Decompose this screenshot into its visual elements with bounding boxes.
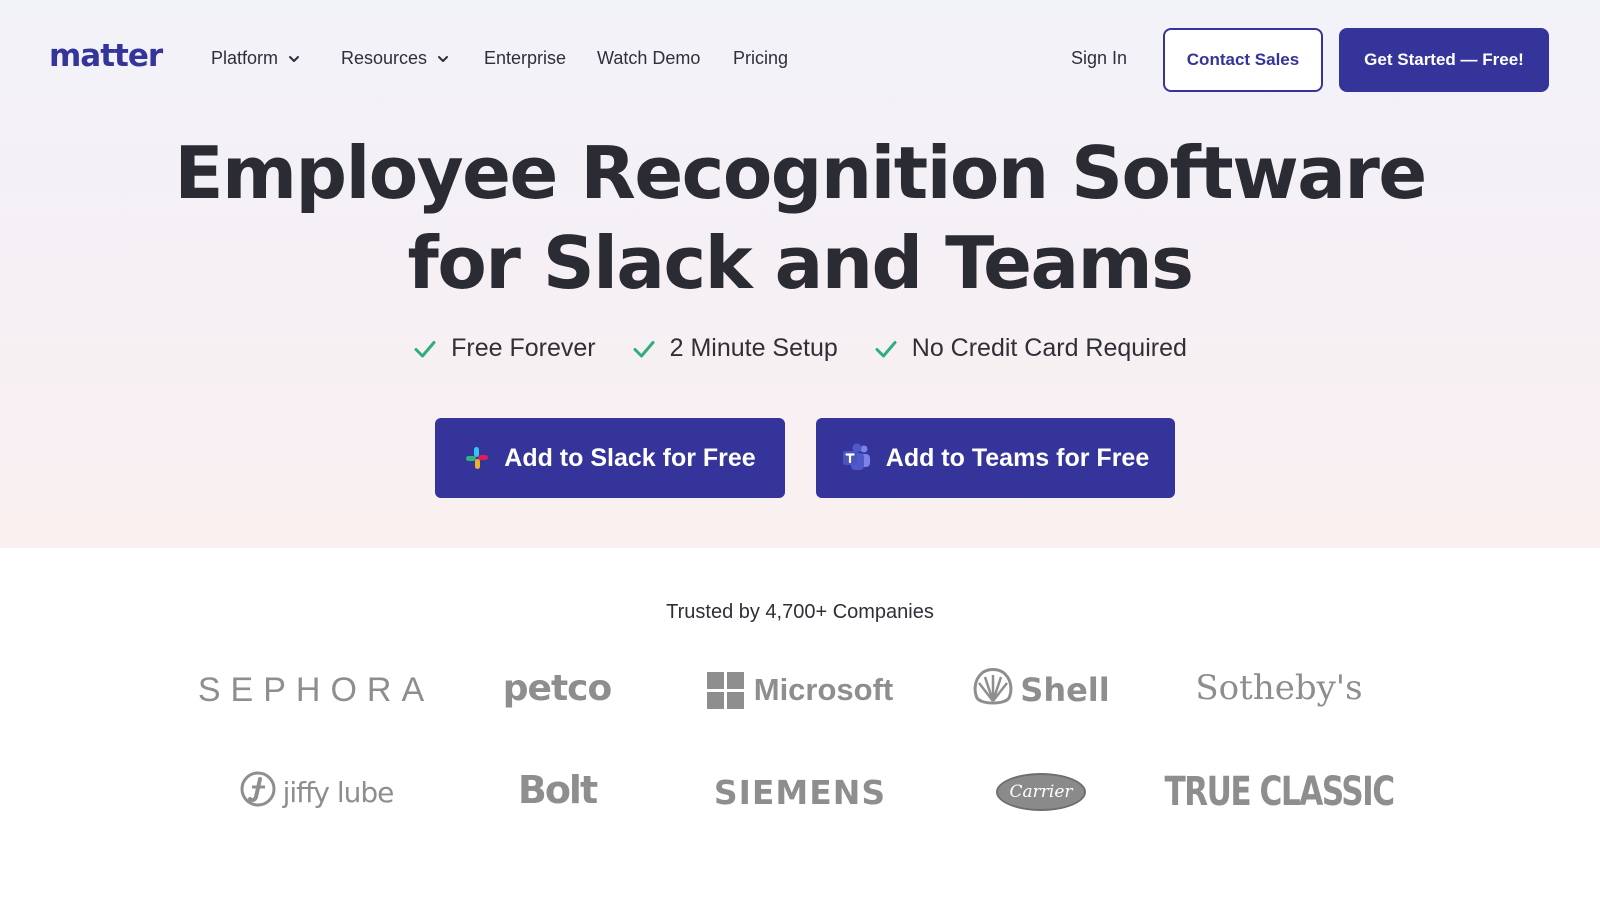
shell-icon <box>972 667 1014 713</box>
jiffy-lube-icon <box>239 770 277 815</box>
siemens-logo: SIEMENS <box>713 772 887 812</box>
headline-line-2: for Slack and Teams <box>407 221 1194 305</box>
carrier-logo: Carrier <box>921 762 1161 822</box>
nav-item-label: Enterprise <box>484 48 567 68</box>
feature-label: Free Forever <box>451 334 596 362</box>
feature-item: Free Forever <box>413 334 596 363</box>
nav-item-label: Pricing <box>733 48 789 68</box>
sign-in-label: Sign In <box>1071 48 1128 68</box>
check-icon <box>874 337 898 361</box>
nav-item-watch-demo[interactable]: Watch Demo <box>597 48 700 69</box>
sothebys-logo: Sotheby's <box>1195 668 1363 708</box>
nav-item-label: Resources <box>341 48 428 68</box>
teams-icon <box>842 443 872 473</box>
feature-list: Free Forever 2 Minute Setup No Credit Ca… <box>0 334 1600 363</box>
microsoft-grid-icon <box>706 671 744 709</box>
hero-headline: Employee Recognition Software for Slack … <box>0 128 1600 308</box>
nav-item-enterprise[interactable]: Enterprise <box>484 48 566 69</box>
jiffy-lube-logo: jiffy lube <box>196 762 436 822</box>
bolt-logo: Bolt <box>517 768 598 812</box>
feature-label: 2 Minute Setup <box>669 334 838 362</box>
check-icon <box>413 337 437 361</box>
get-started-button[interactable]: Get Started — Free! <box>1339 28 1549 92</box>
nav-item-pricing[interactable]: Pricing <box>733 48 788 69</box>
feature-item: No Credit Card Required <box>874 334 1187 363</box>
feature-item: 2 Minute Setup <box>632 334 838 363</box>
get-started-label: Get Started — Free! <box>1364 50 1524 69</box>
sephora-logo: SEPHORA <box>197 670 435 709</box>
nav-item-platform[interactable]: Platform <box>211 48 300 69</box>
feature-label: No Credit Card Required <box>911 334 1187 362</box>
check-icon <box>632 337 656 361</box>
true-classic-logo: TRUE CLASSIC <box>1164 769 1395 815</box>
add-to-teams-label: Add to Teams for Free <box>885 443 1150 472</box>
contact-sales-button[interactable]: Contact Sales <box>1163 28 1323 92</box>
slack-icon <box>464 445 490 471</box>
petco-logo: petco <box>502 667 612 709</box>
add-to-teams-button[interactable]: Add to Teams for Free <box>816 418 1175 498</box>
add-to-slack-button[interactable]: Add to Slack for Free <box>435 418 785 498</box>
matter-logo[interactable]: matter <box>49 38 163 74</box>
top-navigation: matter Platform Resources Enterprise Wat… <box>0 0 1600 120</box>
shell-logo: Shell <box>921 660 1161 720</box>
add-to-slack-label: Add to Slack for Free <box>504 443 756 472</box>
sign-in-link[interactable]: Sign In <box>1071 48 1127 69</box>
contact-sales-label: Contact Sales <box>1186 50 1300 69</box>
chevron-down-icon <box>437 53 449 65</box>
trusted-by-label: Trusted by 4,700+ Companies <box>666 601 934 623</box>
chevron-down-icon <box>288 53 300 65</box>
nav-item-label: Platform <box>211 48 279 68</box>
nav-item-resources[interactable]: Resources <box>341 48 449 69</box>
headline-line-1: Employee Recognition Software <box>174 131 1427 215</box>
nav-item-label: Watch Demo <box>597 48 701 68</box>
microsoft-logo: Microsoft <box>680 660 920 720</box>
